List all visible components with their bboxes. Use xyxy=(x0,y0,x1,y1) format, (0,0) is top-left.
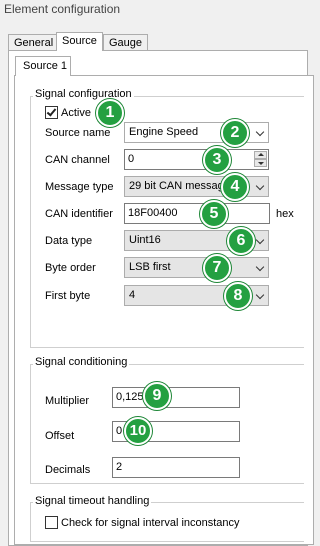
callout-badge-8: 8 xyxy=(224,282,252,310)
checkmark-icon xyxy=(46,106,57,117)
hex-suffix-label: hex xyxy=(276,208,294,220)
interval-check-checkbox[interactable] xyxy=(45,516,58,529)
callout-badge-5: 5 xyxy=(200,200,228,228)
chevron-down-icon xyxy=(255,127,265,137)
multiplier-value: 0,125 xyxy=(116,391,144,403)
callout-badge-2: 2 xyxy=(221,119,249,147)
byte-order-value: LSB first xyxy=(129,261,171,273)
source-name-value: Engine Speed xyxy=(129,126,199,138)
can-channel-stepper[interactable]: 0 xyxy=(124,149,269,170)
offset-value: 0 xyxy=(116,425,123,437)
callout-badge-7: 7 xyxy=(203,254,231,282)
tab-source[interactable]: Source xyxy=(56,32,103,51)
chevron-down-icon xyxy=(255,262,265,272)
byte-order-label: Byte order xyxy=(45,262,96,274)
first-byte-value: 4 xyxy=(129,289,136,301)
data-type-label: Data type xyxy=(45,235,93,247)
callout-badge-10: 10 xyxy=(124,417,152,445)
active-checkbox[interactable] xyxy=(45,106,58,119)
offset-label: Offset xyxy=(45,430,75,442)
spin-up-button[interactable] xyxy=(254,151,267,159)
byte-order-combo[interactable]: LSB first xyxy=(124,257,269,278)
chevron-down-icon xyxy=(255,181,265,191)
message-type-value: 29 bit CAN message xyxy=(129,180,230,192)
can-channel-value: 0 xyxy=(128,153,135,165)
chevron-down-icon xyxy=(255,290,265,300)
chevron-down-icon xyxy=(255,235,265,245)
can-identifier-label: CAN identifier xyxy=(45,208,113,220)
multiplier-input[interactable]: 0,125 xyxy=(112,387,240,408)
multiplier-label: Multiplier xyxy=(45,395,90,407)
first-byte-label: First byte xyxy=(45,290,91,302)
can-identifier-input[interactable]: 18F00400 xyxy=(124,203,270,224)
can-identifier-value: 18F00400 xyxy=(128,207,178,219)
data-type-value: Uint16 xyxy=(129,234,161,246)
callout-badge-4: 4 xyxy=(221,173,249,201)
spin-down-button[interactable] xyxy=(254,159,267,167)
callout-badge-1: 1 xyxy=(96,99,124,127)
signal-timeout-title: Signal timeout handling xyxy=(33,495,152,508)
callout-badge-9: 9 xyxy=(143,382,171,410)
window-title: Element configuration xyxy=(4,2,121,16)
tab-general[interactable]: General xyxy=(8,34,60,50)
interval-check-label: Check for signal interval inconstancy xyxy=(61,517,240,529)
tab-strip: General Source Gauge xyxy=(0,32,304,51)
active-label: Active xyxy=(61,107,91,119)
arrow-down-icon xyxy=(258,162,264,165)
signal-configuration-title: Signal configuration xyxy=(33,88,134,101)
decimals-value: 2 xyxy=(116,461,123,473)
can-channel-label: CAN channel xyxy=(45,154,110,166)
source-name-label: Source name xyxy=(45,127,111,139)
tab-source-1[interactable]: Source 1 xyxy=(15,56,71,76)
arrow-up-icon xyxy=(258,153,264,156)
decimals-label: Decimals xyxy=(45,464,91,476)
signal-conditioning-title: Signal conditioning xyxy=(33,356,130,369)
callout-badge-6: 6 xyxy=(227,227,255,255)
message-type-label: Message type xyxy=(45,181,114,193)
spin-buttons xyxy=(254,151,267,168)
decimals-input[interactable]: 2 xyxy=(112,457,240,478)
tab-gauge[interactable]: Gauge xyxy=(103,34,149,50)
callout-badge-3: 3 xyxy=(203,146,231,174)
